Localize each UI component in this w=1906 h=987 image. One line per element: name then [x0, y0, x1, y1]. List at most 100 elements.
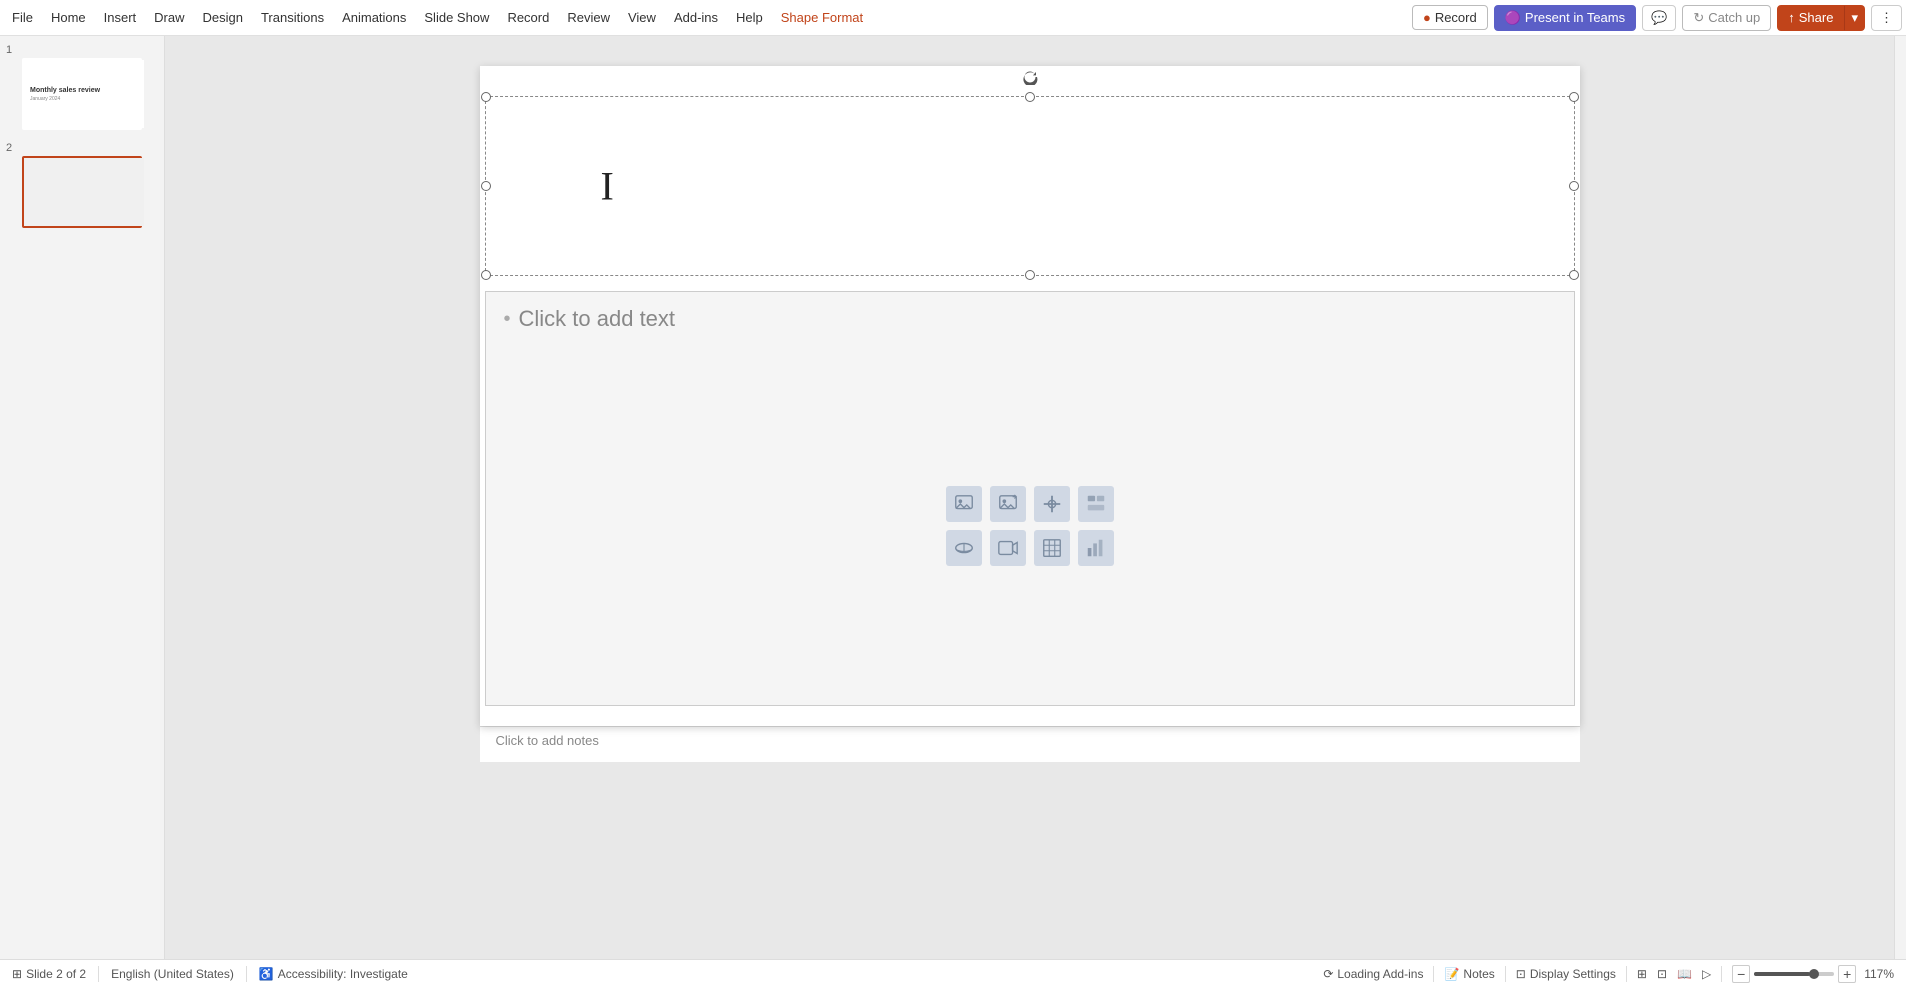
- divider-1: [98, 966, 99, 982]
- online-pictures-icon[interactable]: [990, 486, 1026, 522]
- slide-2-preview: [24, 158, 144, 226]
- menu-animations[interactable]: Animations: [334, 6, 414, 29]
- zoom-slider-thumb[interactable]: [1809, 969, 1819, 979]
- zoom-out-button[interactable]: −: [1732, 965, 1750, 983]
- divider-6: [1721, 966, 1722, 982]
- more-button[interactable]: ⋮: [1871, 5, 1902, 31]
- display-settings[interactable]: ⊡ Display Settings: [1516, 967, 1616, 981]
- slide-panel: 1 Monthly sales review January 2024 2: [0, 36, 165, 959]
- slide-thumb-1[interactable]: Monthly sales review January 2024: [22, 58, 142, 130]
- normal-view-icon: ⊞: [1637, 967, 1647, 981]
- insert-chart-icon[interactable]: [1078, 530, 1114, 566]
- menu-bar-right: ● Record 🟣 Present in Teams 💬 ↻ Catch up…: [1412, 5, 1902, 31]
- zoom-in-button[interactable]: +: [1838, 965, 1856, 983]
- share-icon: ↑: [1788, 10, 1795, 25]
- handle-tm[interactable]: [1025, 92, 1035, 102]
- share-button[interactable]: ↑ Share: [1777, 5, 1844, 31]
- slide-number-2: 2: [6, 142, 160, 154]
- handle-tl[interactable]: [481, 92, 491, 102]
- slide-thumb-2[interactable]: [22, 156, 142, 228]
- canvas-area[interactable]: I Click to add text: [165, 36, 1894, 959]
- menu-shape-format[interactable]: Shape Format: [773, 6, 871, 29]
- record-label: Record: [1435, 10, 1477, 25]
- handle-mr[interactable]: [1569, 181, 1579, 191]
- divider-2: [246, 966, 247, 982]
- notes-label: Notes: [1463, 967, 1494, 981]
- zoom-level[interactable]: 117%: [1864, 967, 1894, 981]
- share-label: Share: [1799, 10, 1834, 25]
- menu-design[interactable]: Design: [195, 6, 251, 29]
- insert-picture-icon[interactable]: [946, 486, 982, 522]
- title-text-box[interactable]: I: [485, 96, 1575, 276]
- handle-bl[interactable]: [481, 270, 491, 280]
- menu-view[interactable]: View: [620, 6, 664, 29]
- loading-addins-status[interactable]: ⟳ Loading Add-ins: [1323, 967, 1423, 981]
- divider-4: [1505, 966, 1506, 982]
- share-group: ↑ Share ▾: [1777, 5, 1865, 31]
- main-layout: 1 Monthly sales review January 2024 2: [0, 36, 1906, 959]
- handle-bm[interactable]: [1025, 270, 1035, 280]
- slide-info-text: Slide 2 of 2: [26, 967, 86, 981]
- content-placeholder-text[interactable]: Click to add text: [486, 292, 1574, 346]
- handle-tr[interactable]: [1569, 92, 1579, 102]
- rotate-icon: [1022, 69, 1038, 85]
- menu-slideshow[interactable]: Slide Show: [416, 6, 497, 29]
- menu-transitions[interactable]: Transitions: [253, 6, 332, 29]
- slide-canvas[interactable]: I Click to add text: [480, 66, 1580, 726]
- reading-icon: 📖: [1677, 967, 1692, 981]
- slide-sorter-icon: ⊡: [1657, 967, 1667, 981]
- view-normal[interactable]: ⊞: [1637, 967, 1647, 981]
- insert-icons-icon[interactable]: [1034, 486, 1070, 522]
- icon-row-1: [946, 486, 1114, 522]
- menu-help[interactable]: Help: [728, 6, 771, 29]
- view-reading[interactable]: 📖: [1677, 967, 1692, 981]
- language-text: English (United States): [111, 967, 234, 981]
- menu-insert[interactable]: Insert: [96, 6, 145, 29]
- divider-3: [1433, 966, 1434, 982]
- notes-area[interactable]: Click to add notes: [480, 726, 1580, 762]
- rotate-handle[interactable]: [1022, 69, 1038, 90]
- accessibility-text: Accessibility: Investigate: [278, 967, 408, 981]
- status-right: ⟳ Loading Add-ins 📝 Notes ⊡ Display Sett…: [1323, 965, 1894, 983]
- slide-1-title: Monthly sales review: [30, 87, 100, 94]
- menu-home[interactable]: Home: [43, 6, 94, 29]
- menu-addins[interactable]: Add-ins: [666, 6, 726, 29]
- content-box[interactable]: Click to add text: [485, 291, 1575, 706]
- comment-button[interactable]: 💬: [1642, 5, 1676, 31]
- view-slideshow[interactable]: ▷: [1702, 967, 1711, 981]
- share-caret-button[interactable]: ▾: [1844, 5, 1865, 31]
- slide-1-subtitle: January 2024: [30, 96, 60, 102]
- divider-5: [1626, 966, 1627, 982]
- handle-br[interactable]: [1569, 270, 1579, 280]
- insert-3d-icon[interactable]: [946, 530, 982, 566]
- display-settings-text: Display Settings: [1530, 967, 1616, 981]
- notes-toggle[interactable]: 📝 Notes: [1444, 967, 1494, 981]
- language-status[interactable]: English (United States): [111, 967, 234, 981]
- loading-icon: ⟳: [1323, 967, 1333, 981]
- view-slide-sorter[interactable]: ⊡: [1657, 967, 1667, 981]
- zoom-slider[interactable]: [1754, 972, 1834, 976]
- content-icon-group: [486, 346, 1574, 705]
- menu-bar-left: File Home Insert Draw Design Transitions…: [4, 6, 1412, 29]
- accessibility-icon: ♿: [259, 967, 274, 981]
- menu-draw[interactable]: Draw: [146, 6, 192, 29]
- present-label: Present in Teams: [1525, 10, 1625, 25]
- notes-placeholder[interactable]: Click to add notes: [496, 733, 599, 748]
- handle-ml[interactable]: [481, 181, 491, 191]
- insert-smartart-icon[interactable]: [1078, 486, 1114, 522]
- menu-file[interactable]: File: [4, 6, 41, 29]
- catchup-button[interactable]: ↻ Catch up: [1682, 5, 1771, 31]
- display-icon: ⊡: [1516, 967, 1526, 981]
- zoom-controls: − + 117%: [1732, 965, 1894, 983]
- menu-review[interactable]: Review: [559, 6, 618, 29]
- insert-video-icon[interactable]: [990, 530, 1026, 566]
- accessibility-status[interactable]: ♿ Accessibility: Investigate: [259, 967, 408, 981]
- menu-record[interactable]: Record: [499, 6, 557, 29]
- record-button[interactable]: ● Record: [1412, 5, 1488, 30]
- loading-text: Loading Add-ins: [1337, 967, 1423, 981]
- insert-table-icon[interactable]: [1034, 530, 1070, 566]
- comment-icon: 💬: [1651, 10, 1667, 26]
- teams-icon: 🟣: [1505, 10, 1521, 26]
- present-teams-button[interactable]: 🟣 Present in Teams: [1494, 5, 1636, 31]
- slide-info[interactable]: ⊞ Slide 2 of 2: [12, 967, 86, 981]
